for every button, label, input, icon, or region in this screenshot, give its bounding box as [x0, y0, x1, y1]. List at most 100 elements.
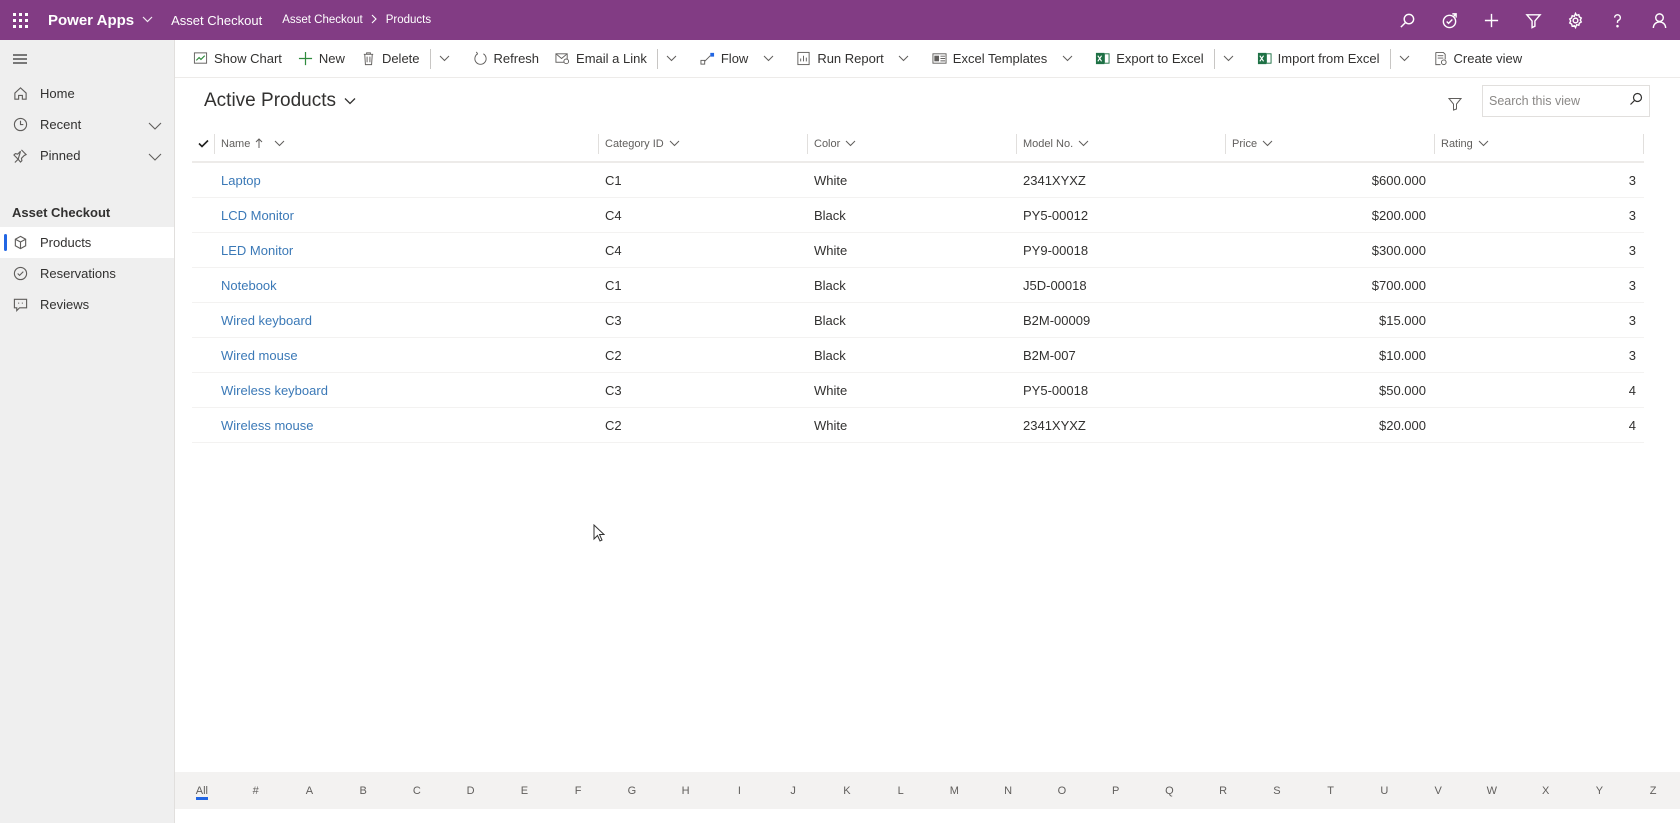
alphabet-filter-l[interactable]: L	[874, 772, 928, 809]
export-excel-dropdown-button[interactable]	[1217, 40, 1241, 78]
table-row[interactable]: Wireless keyboard C3 White PY5-00018 $50.000…	[192, 373, 1644, 408]
sidebar-item-pinned[interactable]: Pinned	[0, 140, 174, 171]
table-row[interactable]: Laptop C1 White 2341XYXZ $600.000 3	[192, 163, 1644, 198]
alphabet-filter-p[interactable]: P	[1089, 772, 1143, 809]
flow-dropdown-button[interactable]	[756, 40, 780, 78]
user-profile-button[interactable]	[1638, 0, 1680, 40]
cell-rating: 4	[1628, 382, 1636, 398]
create-view-button[interactable]: Create view	[1425, 40, 1531, 78]
import-from-excel-button[interactable]: Import from Excel	[1249, 40, 1388, 78]
refresh-button[interactable]: Refresh	[465, 40, 548, 78]
row-name-link[interactable]: LCD Monitor	[214, 208, 598, 223]
alphabet-filter-y[interactable]: Y	[1573, 772, 1627, 809]
column-header-price[interactable]: Price	[1225, 133, 1434, 154]
command-bar: Show Chart New Delete Refresh Email a Li…	[175, 40, 1680, 78]
alphabet-filter-k[interactable]: K	[820, 772, 874, 809]
export-to-excel-button[interactable]: Export to Excel	[1087, 40, 1211, 78]
alphabet-filter-q[interactable]: Q	[1143, 772, 1197, 809]
alphabet-filter-d[interactable]: D	[444, 772, 498, 809]
chevron-down-icon[interactable]	[142, 14, 153, 26]
alphabet-filter-t[interactable]: T	[1304, 772, 1358, 809]
row-name-link[interactable]: LED Monitor	[214, 243, 598, 258]
new-record-button[interactable]: New	[290, 40, 353, 78]
app-launcher-button[interactable]	[0, 0, 40, 40]
edit-filters-button[interactable]	[1443, 92, 1467, 116]
row-name-link[interactable]: Wireless mouse	[214, 418, 598, 433]
table-row[interactable]: LED Monitor C4 White PY9-00018 $300.000 3	[192, 233, 1644, 268]
select-all-checkbox[interactable]	[192, 139, 214, 148]
alphabet-filter-s[interactable]: S	[1250, 772, 1304, 809]
search-input[interactable]	[1489, 94, 1619, 108]
alphabet-filter-c[interactable]: C	[390, 772, 444, 809]
column-header-model-no[interactable]: Model No.	[1016, 133, 1225, 154]
table-row[interactable]: Wired mouse C2 Black B2M-007 $10.000 3	[192, 338, 1644, 373]
import-excel-dropdown-button[interactable]	[1393, 40, 1417, 78]
alphabet-filter-u[interactable]: U	[1358, 772, 1412, 809]
advanced-find-button[interactable]	[1512, 0, 1554, 40]
alphabet-filter-h[interactable]: H	[659, 772, 713, 809]
alphabet-filter-x[interactable]: X	[1519, 772, 1573, 809]
chevron-down-icon[interactable]	[148, 149, 162, 164]
email-link-button[interactable]: Email a Link	[547, 40, 655, 78]
row-name-link[interactable]: Notebook	[214, 278, 598, 293]
delete-button[interactable]: Delete	[353, 40, 428, 78]
chevron-down-icon[interactable]	[148, 118, 162, 133]
column-header-color[interactable]: Color	[807, 133, 1016, 154]
alphabet-filter-r[interactable]: R	[1196, 772, 1250, 809]
sidebar-item-products[interactable]: Products	[0, 227, 174, 258]
sidebar-item-recent[interactable]: Recent	[0, 109, 174, 140]
search-icon[interactable]	[1629, 92, 1643, 111]
sidebar-item-home[interactable]: Home	[0, 78, 174, 109]
alphabet-filter-m[interactable]: M	[928, 772, 982, 809]
environment-name[interactable]: Asset Checkout	[171, 13, 262, 28]
row-name-link[interactable]: Wired mouse	[214, 348, 598, 363]
column-header-category-id[interactable]: Category ID	[598, 133, 807, 154]
assistant-button[interactable]	[1428, 0, 1470, 40]
column-header-name[interactable]: Name	[214, 133, 598, 154]
breadcrumb-page[interactable]: Products	[386, 14, 431, 26]
alphabet-filter-all[interactable]: All	[175, 772, 229, 809]
alphabet-filter-j[interactable]: J	[766, 772, 820, 809]
alphabet-filter-o[interactable]: O	[1035, 772, 1089, 809]
excel-templates-dropdown-button[interactable]	[1055, 40, 1079, 78]
run-report-dropdown-button[interactable]	[892, 40, 916, 78]
sidebar-item-reviews[interactable]: Reviews	[0, 289, 174, 320]
table-row[interactable]: LCD Monitor C4 Black PY5-00012 $200.000 3	[192, 198, 1644, 233]
alphabet-filter-a[interactable]: A	[283, 772, 337, 809]
alphabet-filter-b[interactable]: B	[336, 772, 390, 809]
excel-templates-button[interactable]: Excel Templates	[924, 40, 1055, 78]
table-row[interactable]: Notebook C1 Black J5D-00018 $700.000 3	[192, 268, 1644, 303]
table-row[interactable]: Wireless mouse C2 White 2341XYXZ $20.000 4	[192, 408, 1644, 443]
alphabet-filter-i[interactable]: I	[713, 772, 767, 809]
cell-color: White	[814, 417, 848, 433]
alphabet-filter-w[interactable]: W	[1465, 772, 1519, 809]
chevron-down-icon	[845, 140, 856, 147]
more-email-options-button[interactable]	[660, 40, 684, 78]
site-map-toggle[interactable]	[0, 40, 174, 78]
settings-button[interactable]	[1554, 0, 1596, 40]
alphabet-filter-f[interactable]: F	[551, 772, 605, 809]
column-header-rating[interactable]: Rating	[1434, 133, 1644, 154]
help-button[interactable]	[1596, 0, 1638, 40]
more-delete-options-button[interactable]	[433, 40, 457, 78]
alphabet-filter-z[interactable]: Z	[1626, 772, 1680, 809]
sidebar-item-reservations[interactable]: Reservations	[0, 258, 174, 289]
table-row[interactable]: Wired keyboard C3 Black B2M-00009 $15.000 3	[192, 303, 1644, 338]
flow-button[interactable]: Flow	[692, 40, 756, 78]
view-selector[interactable]: Active Products	[204, 90, 356, 112]
alphabet-filter-e[interactable]: E	[498, 772, 552, 809]
new-button[interactable]	[1470, 0, 1512, 40]
row-name-link[interactable]: Wired keyboard	[214, 313, 598, 328]
search-button[interactable]	[1386, 0, 1428, 40]
alphabet-filter-n[interactable]: N	[981, 772, 1035, 809]
alphabet-filter-g[interactable]: G	[605, 772, 659, 809]
row-name-link[interactable]: Laptop	[214, 173, 598, 188]
alphabet-filter-v[interactable]: V	[1411, 772, 1465, 809]
row-name-link[interactable]: Wireless keyboard	[214, 383, 598, 398]
show-chart-button[interactable]: Show Chart	[185, 40, 290, 78]
breadcrumb-app[interactable]: Asset Checkout	[282, 14, 363, 26]
search-view-box[interactable]	[1482, 85, 1650, 117]
run-report-button[interactable]: Run Report	[788, 40, 891, 78]
app-name[interactable]: Power Apps	[48, 12, 134, 29]
alphabet-filter-number[interactable]: #	[229, 772, 283, 809]
